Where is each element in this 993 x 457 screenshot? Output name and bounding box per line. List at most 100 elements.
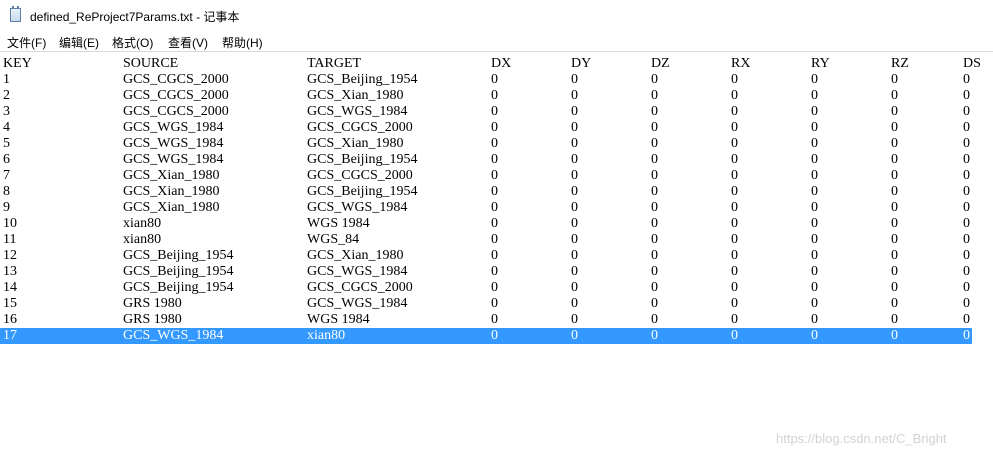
field-ry: 0 [811,136,818,151]
field-dz: 0 [651,136,658,151]
field-key: 15 [3,296,17,311]
field-dz: 0 [651,328,658,343]
field-ry: 0 [811,72,818,87]
field-target: GCS_WGS_1984 [307,296,408,311]
field-rz: 0 [891,328,898,343]
field-dx: 0 [491,328,498,343]
field-source: GCS_CGCS_2000 [123,72,229,87]
text-line[interactable]: 4 GCS_WGS_1984 GCS_CGCS_2000 0 0 0 0 0 0 0 [0,120,972,136]
notepad-icon[interactable] [10,6,21,22]
field-key: 6 [3,152,10,167]
field-dz: 0 [651,264,658,279]
menu-view[interactable]: 查看(V) [168,34,208,51]
text-line[interactable]: 5 GCS_WGS_1984 GCS_Xian_1980 0 0 0 0 0 0 0 [0,136,972,152]
field-target: GCS_Xian_1980 [307,248,404,263]
field-dz: 0 [651,280,658,295]
field-target: GCS_Beijing_1954 [307,184,418,199]
field-dz: 0 [651,152,658,167]
text-line[interactable]: 9 GCS_Xian_1980 GCS_WGS_1984 0 0 0 0 0 0 0 [0,200,972,216]
text-line[interactable]: 7 GCS_Xian_1980 GCS_CGCS_2000 0 0 0 0 0 0 0 [0,168,972,184]
field-ds: 0 [963,168,970,183]
field-key: 3 [3,104,10,119]
text-line[interactable]: 8 GCS_Xian_1980 GCS_Beijing_1954 0 0 0 0 0 0 0 [0,184,972,200]
field-rx: 0 [731,104,738,119]
field-rz: 0 [891,216,898,231]
menu-help[interactable]: 帮助(H) [222,34,263,51]
field-dz: 0 [651,200,658,215]
menu-edit[interactable]: 编辑(E) [59,34,99,51]
field-ry: 0 [811,280,818,295]
field-rz: 0 [891,168,898,183]
text-editor-area[interactable]: KEY SOURCE TARGET DX DY DZ RX RY RZ DS 1 GCS_CGCS_2… [0,51,993,457]
field-dy: 0 [571,136,578,151]
field-rx: 0 [731,232,738,247]
field-dx: 0 [491,72,498,87]
field-ry: 0 [811,184,818,199]
field-rx: 0 [731,152,738,167]
field-ds: 0 [963,200,970,215]
field-target: WGS 1984 [307,312,370,327]
field-rx: 0 [731,88,738,103]
title-bar[interactable]: defined_ReProject7Params.txt - 记事本 [0,0,993,31]
header-line[interactable]: KEY SOURCE TARGET DX DY DZ RX RY RZ DS [0,56,981,72]
field-key: 1 [3,72,10,87]
field-ds: 0 [963,152,970,167]
text-line[interactable]: 3 GCS_CGCS_2000 GCS_WGS_1984 0 0 0 0 0 0 0 [0,104,972,120]
text-line[interactable]: 14 GCS_Beijing_1954 GCS_CGCS_2000 0 0 0 0 0 0 0 [0,280,972,296]
text-line[interactable]: 16 GRS 1980 WGS 1984 0 0 0 0 0 0 0 [0,312,972,328]
menu-format[interactable]: 格式(O) [112,34,153,51]
text-line[interactable]: 6 GCS_WGS_1984 GCS_Beijing_1954 0 0 0 0 0 0 0 [0,152,972,168]
field-dz: 0 [651,104,658,119]
field-ry: 0 [811,232,818,247]
field-key: KEY [3,56,32,71]
field-ds: 0 [963,296,970,311]
field-dz: 0 [651,216,658,231]
selected-text-line[interactable]: 17 GCS_WGS_1984 xian80 0 0 0 0 0 0 0 [0,328,972,344]
field-ry: 0 [811,120,818,135]
field-target: TARGET [307,56,362,71]
field-dx: 0 [491,232,498,247]
field-dz: 0 [651,168,658,183]
field-dz: 0 [651,120,658,135]
field-target: xian80 [307,328,346,343]
field-target: GCS_Xian_1980 [307,136,404,151]
field-target: GCS_Xian_1980 [307,88,404,103]
field-source: GCS_WGS_1984 [123,120,224,135]
field-key: 14 [3,280,17,295]
field-dx: 0 [491,216,498,231]
field-rx: 0 [731,280,738,295]
field-ds: 0 [963,248,970,263]
field-ds: 0 [963,312,970,327]
text-line[interactable]: 12 GCS_Beijing_1954 GCS_Xian_1980 0 0 0 0 0 0 0 [0,248,972,264]
field-source: GRS 1980 [123,312,182,327]
field-dx: 0 [491,184,498,199]
text-line[interactable]: 2 GCS_CGCS_2000 GCS_Xian_1980 0 0 0 0 0 0 0 [0,88,972,104]
field-rz: RZ [891,56,909,71]
field-dy: 0 [571,312,578,327]
field-dz: 0 [651,88,658,103]
window-title: defined_ReProject7Params.txt - 记事本 [30,10,240,24]
field-rz: 0 [891,312,898,327]
field-dy: 0 [571,296,578,311]
field-rz: 0 [891,232,898,247]
field-rx: 0 [731,200,738,215]
text-line[interactable]: 15 GRS 1980 GCS_WGS_1984 0 0 0 0 0 0 0 [0,296,972,312]
field-rx: 0 [731,328,738,343]
text-line[interactable]: 11 xian80 WGS_84 0 0 0 0 0 0 0 [0,232,972,248]
field-dy: DY [571,56,592,71]
text-line[interactable]: 13 GCS_Beijing_1954 GCS_WGS_1984 0 0 0 0 0 0 0 [0,264,972,280]
field-dy: 0 [571,184,578,199]
field-rx: RX [731,56,751,71]
text-line[interactable]: 1 GCS_CGCS_2000 GCS_Beijing_1954 0 0 0 0 0 0 0 [0,72,972,88]
field-rx: 0 [731,72,738,87]
field-target: GCS_CGCS_2000 [307,120,413,135]
field-dy: 0 [571,248,578,263]
menu-file[interactable]: 文件(F) [7,34,46,51]
field-target: WGS_84 [307,232,360,247]
field-key: 12 [3,248,17,263]
field-dx: 0 [491,264,498,279]
field-ry: 0 [811,104,818,119]
text-line[interactable]: 10 xian80 WGS 1984 0 0 0 0 0 0 0 [0,216,972,232]
field-ry: RY [811,56,830,71]
field-key: 7 [3,168,10,183]
